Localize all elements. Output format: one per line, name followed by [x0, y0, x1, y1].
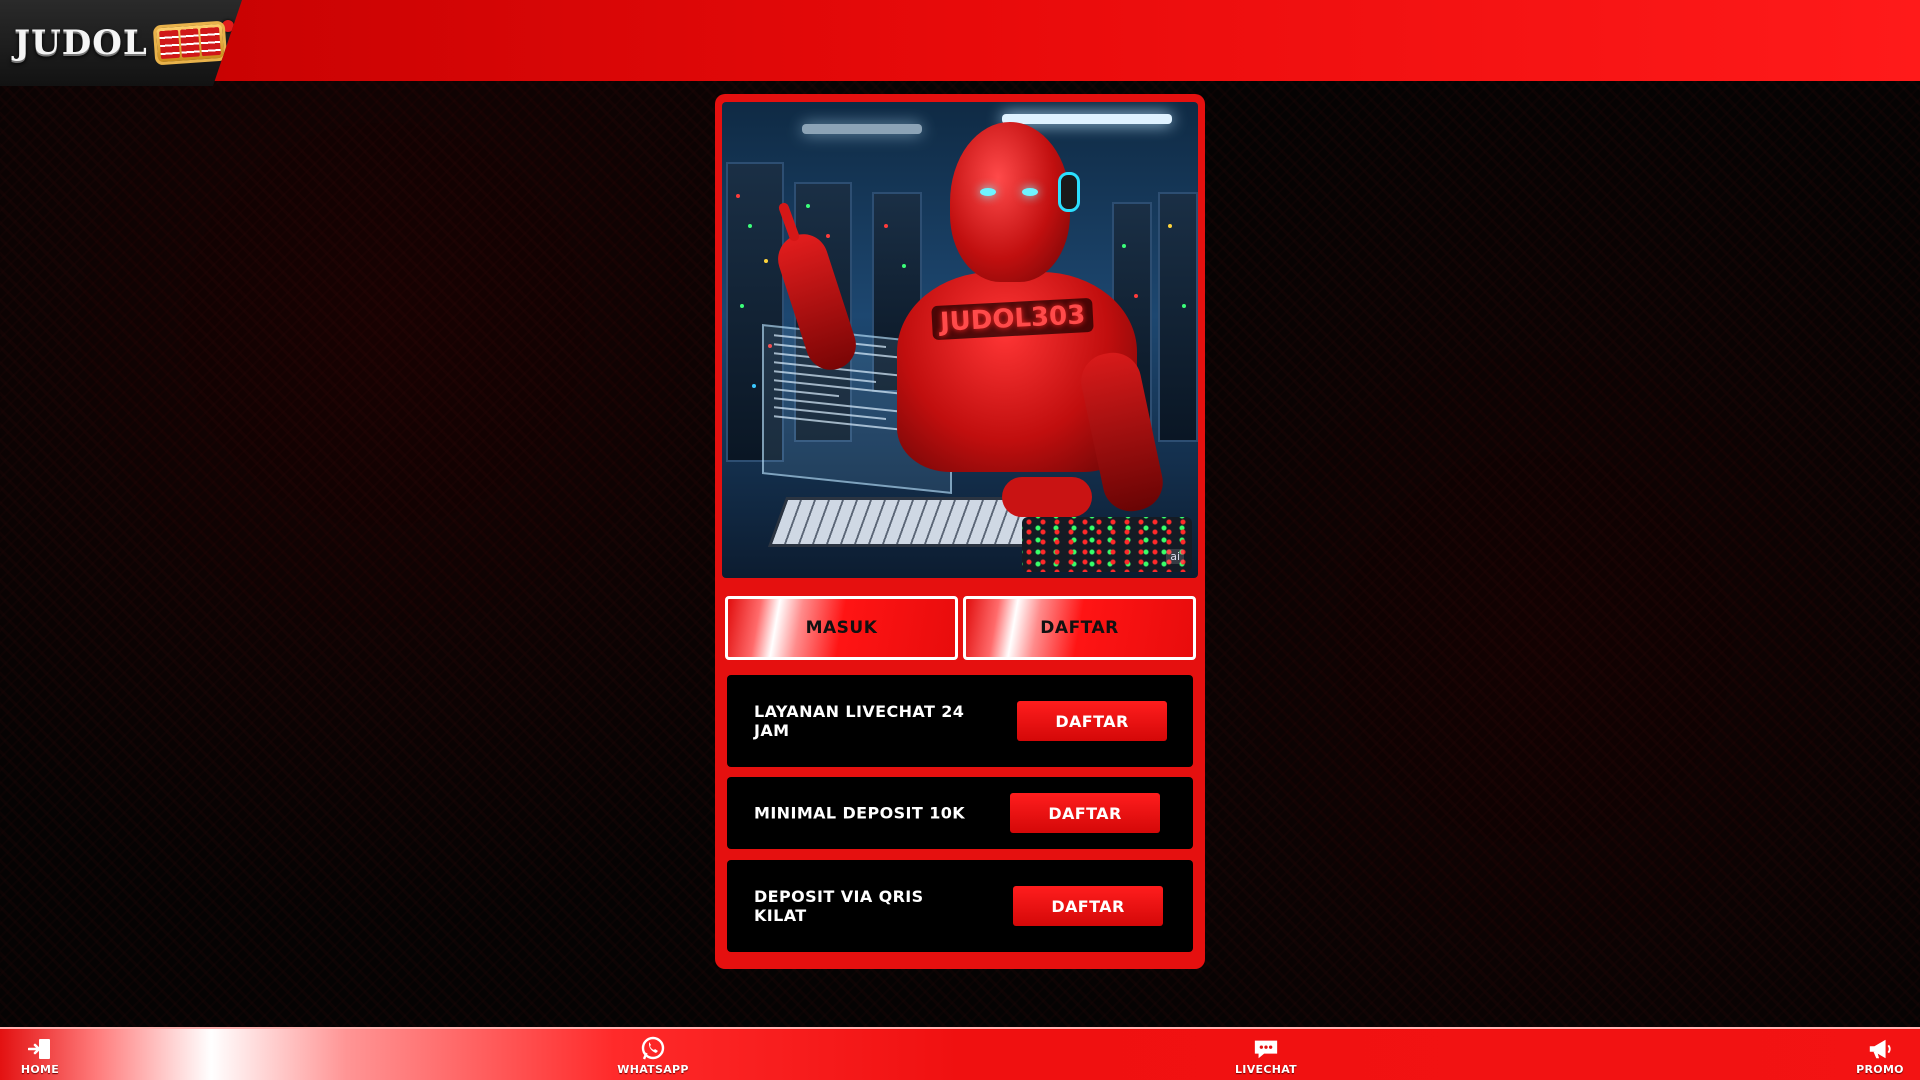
hero-banner-image: JUDOL303 ai: [722, 102, 1198, 578]
chat-bubble-icon: [1253, 1037, 1279, 1061]
robot-eye: [980, 188, 996, 196]
nav-promo[interactable]: PROMO: [1830, 1037, 1920, 1079]
robot-eye: [1022, 188, 1038, 196]
promo-register-button[interactable]: DAFTAR: [1010, 793, 1160, 833]
megaphone-icon: [1867, 1037, 1893, 1061]
nav-label: WHATSAPP: [617, 1063, 689, 1076]
bottom-navigation: HOME WHATSAPP LIVECHAT PROMO: [0, 1027, 1920, 1080]
slot-reels-icon: [152, 20, 228, 66]
control-console: [1022, 517, 1192, 572]
nav-whatsapp[interactable]: WHATSAPP: [603, 1036, 703, 1079]
ceiling-light: [802, 124, 922, 134]
promo-register-button[interactable]: DAFTAR: [1013, 886, 1163, 926]
server-rack: [1158, 192, 1198, 442]
promo-row-deposit: MINIMAL DEPOSIT 10K DAFTAR: [727, 777, 1193, 849]
login-door-icon: [27, 1037, 53, 1061]
register-button[interactable]: DAFTAR: [963, 596, 1196, 660]
promo-row-livechat: LAYANAN LIVECHAT 24 JAM DAFTAR: [727, 675, 1193, 767]
login-button[interactable]: MASUK: [725, 596, 958, 660]
ai-watermark: ai: [1166, 549, 1184, 564]
logo-text: JUDOL: [14, 23, 148, 63]
site-logo[interactable]: JUDOL: [0, 0, 242, 86]
nav-label: HOME: [20, 1063, 60, 1076]
headset-icon: [1058, 172, 1080, 212]
nav-home[interactable]: HOME: [0, 1037, 90, 1079]
promo-register-button[interactable]: DAFTAR: [1017, 701, 1167, 741]
ceiling-light: [1002, 114, 1172, 124]
nav-livechat[interactable]: LIVECHAT: [1216, 1037, 1316, 1079]
nav-label: LIVECHAT: [1235, 1063, 1297, 1076]
main-card: JUDOL303 ai MASUK DAFTAR LAYANAN LIVECHA…: [715, 94, 1205, 969]
promo-label: DEPOSIT VIA QRIS KILAT: [754, 887, 924, 925]
robot-chest-label: JUDOL303: [931, 297, 1095, 341]
robot-head: [950, 122, 1080, 282]
promo-row-qris: DEPOSIT VIA QRIS KILAT DAFTAR: [727, 860, 1193, 952]
promo-label: LAYANAN LIVECHAT 24 JAM: [754, 702, 965, 740]
robot-hand: [1002, 477, 1092, 517]
promo-label: MINIMAL DEPOSIT 10K: [754, 803, 966, 823]
whatsapp-icon: [640, 1036, 666, 1061]
nav-label: PROMO: [1856, 1063, 1904, 1076]
top-header-bar: JUDOL: [0, 0, 1920, 86]
